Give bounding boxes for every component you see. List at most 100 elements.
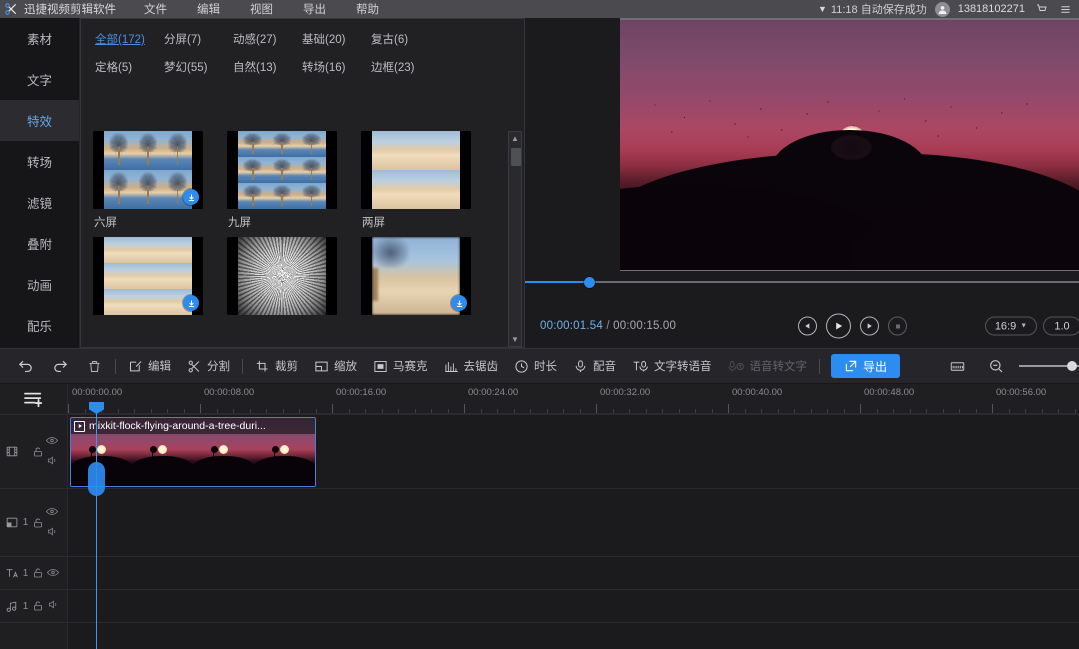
account-phone[interactable]: 13818102271 — [958, 3, 1025, 15]
delete-button[interactable] — [78, 348, 111, 384]
ruler-minor-tick — [712, 409, 713, 413]
category-splitscreen[interactable]: 分屏(7) — [164, 31, 233, 47]
undo-button[interactable] — [8, 348, 43, 384]
effect-item-blur[interactable] — [361, 237, 471, 320]
category-all[interactable]: 全部(172) — [95, 31, 164, 47]
autosave-status[interactable]: ▼ 11:18 自动保存成功 — [818, 1, 927, 17]
ruler-minor-tick — [481, 409, 482, 413]
progress-track[interactable] — [525, 281, 1079, 283]
menu-item-edit[interactable]: 编辑 — [197, 1, 220, 17]
unlock-icon[interactable] — [30, 600, 45, 612]
download-icon[interactable] — [183, 295, 199, 311]
effect-item-two-screen[interactable]: 两屏 — [361, 131, 471, 230]
sidebar-item-filters[interactable]: 滤镜 — [0, 182, 79, 223]
sidebar-item-text[interactable]: 文字 — [0, 59, 79, 100]
playback-speed-select[interactable]: 1.0 — [1043, 317, 1079, 336]
unlock-icon[interactable] — [30, 517, 45, 529]
stop-icon[interactable] — [888, 317, 907, 336]
speech-to-text-button[interactable]: 语音转文字 — [720, 348, 816, 384]
track-header-audio[interactable]: 1 — [0, 589, 67, 622]
sidebar-item-overlay[interactable]: 叠附 — [0, 223, 79, 264]
chevron-up-icon[interactable]: ▲ — [509, 132, 521, 145]
duration-button[interactable]: 时长 — [506, 348, 565, 384]
track-header-video[interactable] — [0, 414, 67, 488]
sidebar-item-effects[interactable]: 特效 — [0, 100, 79, 141]
speaker-icon[interactable] — [46, 524, 58, 542]
track-header-overlay[interactable]: 1 — [0, 488, 67, 556]
sidebar-item-transitions[interactable]: 转场 — [0, 141, 79, 182]
track-header-text[interactable]: 1 — [0, 556, 67, 589]
eye-icon[interactable] — [46, 432, 58, 450]
track-lane-overlay[interactable] — [68, 488, 1079, 556]
playhead-ruler[interactable] — [96, 402, 97, 414]
timeline-ruler[interactable]: 00:00:00.00 00:00:08.00 00:00:16.00 00:0… — [68, 384, 1079, 414]
split-button[interactable]: 分割 — [179, 348, 238, 384]
category-basic[interactable]: 基础(20) — [302, 31, 371, 47]
denoise-button[interactable]: 去锯齿 — [436, 348, 507, 384]
sidebar-item-media[interactable]: 素材 — [0, 18, 79, 59]
category-retro[interactable]: 复古(6) — [371, 31, 440, 47]
eye-icon[interactable] — [46, 503, 58, 521]
effect-item-three-screen[interactable] — [93, 237, 203, 320]
category-freeze[interactable]: 定格(5) — [95, 59, 164, 75]
menu-item-help[interactable]: 帮助 — [356, 1, 379, 17]
track-lane-video[interactable]: mixkit-flock-flying-around-a-tree-duri..… — [68, 414, 1079, 488]
text-to-speech-button[interactable]: 文字转语音 — [624, 348, 720, 384]
play-icon[interactable] — [826, 314, 851, 339]
timeline-zoom-slider[interactable] — [1019, 359, 1079, 373]
speaker-icon[interactable] — [46, 453, 58, 471]
download-icon[interactable] — [183, 189, 199, 205]
voiceover-button[interactable]: 配音 — [565, 348, 624, 384]
timeline-clip[interactable]: mixkit-flock-flying-around-a-tree-duri..… — [70, 417, 316, 487]
category-dynamic[interactable]: 动感(27) — [233, 31, 302, 47]
export-button[interactable]: 导出 — [831, 354, 900, 378]
effect-item-rays[interactable] — [227, 237, 337, 320]
video-preview[interactable] — [620, 20, 1079, 270]
fit-timeline-icon[interactable] — [940, 348, 975, 384]
step-forward-icon[interactable] — [860, 317, 879, 336]
category-border[interactable]: 边框(23) — [371, 59, 440, 75]
magnifier-minus-icon[interactable] — [979, 348, 1013, 384]
sidebar-item-music[interactable]: 配乐 — [0, 305, 79, 346]
menu-item-view[interactable]: 视图 — [250, 1, 273, 17]
eye-icon[interactable] — [47, 564, 59, 582]
menu-item-list: 文件 编辑 视图 导出 帮助 — [144, 1, 379, 17]
playhead-grip[interactable] — [88, 462, 105, 496]
ruler-minor-tick — [959, 409, 960, 413]
track-header-extra[interactable] — [0, 622, 67, 649]
track-lane-audio[interactable] — [68, 589, 1079, 622]
track-lane-extra[interactable] — [68, 622, 1079, 649]
redo-button[interactable] — [43, 348, 78, 384]
add-track-icon[interactable] — [0, 384, 67, 414]
progress-handle[interactable] — [584, 277, 595, 288]
aspect-ratio-select[interactable]: 16:9 ▼ — [985, 317, 1037, 336]
category-transition[interactable]: 转场(16) — [302, 59, 371, 75]
avatar[interactable] — [935, 2, 950, 17]
chevron-down-icon[interactable]: ▼ — [509, 333, 521, 346]
zoom-button[interactable]: 缩放 — [306, 348, 365, 384]
category-dreamy[interactable]: 梦幻(55) — [164, 59, 233, 75]
cart-icon[interactable] — [1033, 2, 1049, 16]
menu-item-file[interactable]: 文件 — [144, 1, 167, 17]
zoom-slider-handle[interactable] — [1067, 361, 1077, 371]
unlock-icon[interactable] — [30, 567, 45, 579]
ruler-major-tick — [860, 404, 861, 413]
mosaic-button[interactable]: 马赛克 — [365, 348, 436, 384]
unlock-icon[interactable] — [30, 446, 45, 458]
edit-button[interactable]: 编辑 — [120, 348, 179, 384]
download-icon[interactable] — [451, 295, 467, 311]
sidebar-item-animation[interactable]: 动画 — [0, 264, 79, 305]
category-natural[interactable]: 自然(13) — [233, 59, 302, 75]
step-backward-icon[interactable] — [798, 317, 817, 336]
effect-item-six-screen[interactable]: 六屏 — [93, 131, 203, 230]
effect-item-nine-screen[interactable]: 九屏 — [227, 131, 337, 230]
hamburger-menu-icon[interactable] — [1057, 2, 1073, 16]
current-time: 00:00:01.54 — [540, 320, 603, 332]
scrollbar-thumb[interactable] — [511, 148, 521, 166]
track-lane-text[interactable] — [68, 556, 1079, 589]
effects-scrollbar[interactable]: ▲ ▼ — [508, 131, 522, 347]
crop-button[interactable]: 裁剪 — [247, 348, 306, 384]
playhead[interactable] — [96, 414, 97, 649]
menu-item-export[interactable]: 导出 — [303, 1, 326, 17]
speaker-icon[interactable] — [47, 597, 59, 615]
